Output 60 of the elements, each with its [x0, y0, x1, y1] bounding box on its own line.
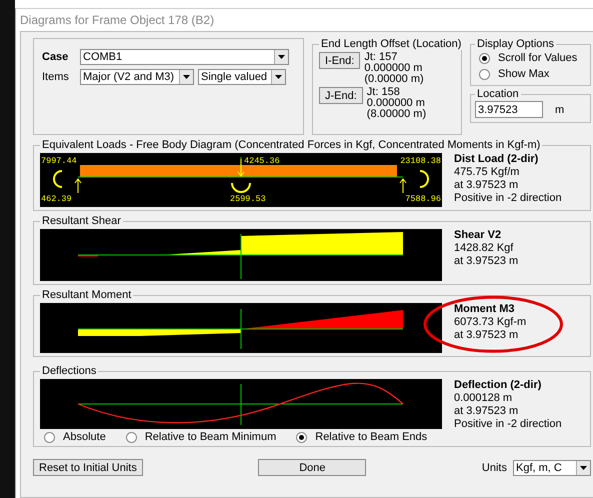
offset-value: 0.000000 m: [364, 63, 424, 74]
deflection-mode-radio[interactable]: Relative to Beam Ends: [292, 431, 428, 443]
group-title: Resultant Shear: [41, 215, 122, 227]
dropdown-caret-icon[interactable]: [576, 460, 590, 474]
reset-units-button[interactable]: Reset to Initial Units: [33, 459, 143, 476]
dropdown-caret-icon[interactable]: [274, 50, 288, 64]
deflection-mode-radio[interactable]: Relative to Beam Minimum: [122, 431, 276, 443]
display-option-radio[interactable]: Show Max: [475, 68, 586, 80]
force-value: 2599.53: [230, 194, 266, 204]
result-value: at 3.97523 m: [454, 329, 520, 342]
items-label: Items: [42, 71, 70, 83]
result-value: 6073.73 Kgf-m: [454, 316, 526, 329]
result-heading: Moment M3: [454, 303, 516, 316]
case-label: Case: [42, 51, 70, 63]
radio-dot[interactable]: [44, 432, 55, 442]
result-value: at 3.97523 m: [454, 179, 520, 192]
result-value: at 3.97523 m: [454, 405, 520, 418]
force-value: 23108.38: [400, 156, 441, 166]
case-dropdown[interactable]: COMB1: [80, 49, 289, 65]
joint-label: Jt: 157: [364, 52, 398, 63]
end-button[interactable]: J-End:: [319, 87, 363, 104]
location-field[interactable]: 3.97523: [475, 101, 543, 118]
offset-value: 0.000000 m: [366, 98, 426, 109]
result-value: Positive in -2 direction: [454, 192, 562, 205]
done-button[interactable]: Done: [258, 459, 366, 476]
deflection-mode-radio[interactable]: Absolute: [40, 431, 106, 443]
radio-dot[interactable]: [479, 68, 490, 80]
group-title: Location: [476, 88, 520, 100]
result-value: 475.75 Kgf/m: [454, 166, 520, 179]
units-dropdown[interactable]: Kgf, m, C: [512, 460, 591, 476]
unit-label: m: [555, 104, 564, 116]
force-value: 4245.36: [244, 156, 280, 166]
joint-label: Jt: 158: [366, 87, 401, 98]
result-value: at 3.97523 m: [454, 255, 518, 268]
location-value: (0.00000 m): [364, 74, 424, 85]
units-label: Units: [482, 462, 507, 474]
dropdown-caret-icon[interactable]: [179, 70, 193, 84]
result-value: 0.000128 m: [454, 392, 514, 405]
result-heading: Deflection (2-dir): [454, 379, 542, 392]
group-title: Equivalent Loads - Free Body Diagram (Concentrated Forces in Kgf, Concentrated Moments in Kgf-m): [41, 139, 542, 151]
display-option-radio[interactable]: Scroll for Values: [475, 52, 586, 64]
radio-dot[interactable]: [296, 432, 308, 442]
end-button[interactable]: I-End:: [319, 52, 360, 69]
result-value: 1428.82 Kgf: [454, 242, 514, 255]
dropdown-caret-icon[interactable]: [271, 70, 285, 84]
group-title: Display Options: [476, 38, 556, 50]
force-value: 7997.44: [41, 156, 77, 166]
items-dropdown[interactable]: Major (V2 and M3): [80, 69, 194, 85]
group-title: Deflections: [41, 365, 98, 377]
radio-dot[interactable]: [126, 432, 137, 442]
location-value: (8.00000 m): [366, 109, 426, 120]
result-heading: Dist Load (2-dir): [454, 153, 540, 166]
result-value: Positive in -2 direction: [454, 418, 562, 431]
force-value: 462.39: [41, 194, 72, 204]
force-value: 7588.96: [405, 194, 441, 204]
group-title: End Length Offset (Location): [320, 38, 462, 50]
value-mode-dropdown[interactable]: Single valued: [198, 69, 286, 85]
radio-dot[interactable]: [479, 52, 490, 64]
group-title: Resultant Moment: [41, 289, 132, 301]
result-heading: Shear V2: [454, 229, 502, 242]
